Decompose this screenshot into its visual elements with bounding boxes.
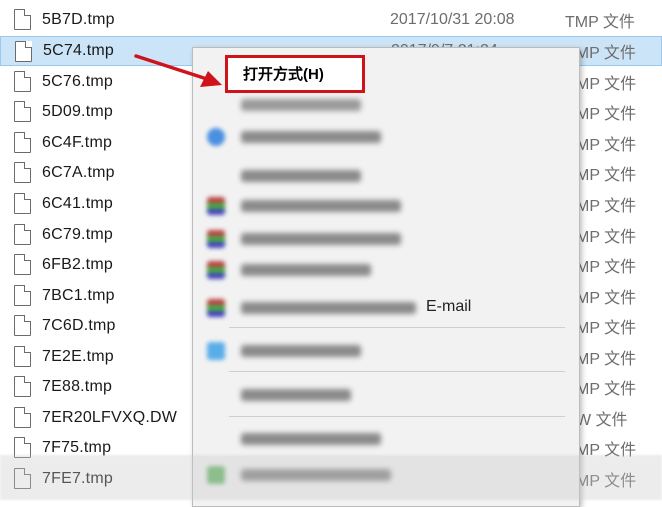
file-icon — [14, 254, 31, 275]
archive-icon — [207, 230, 225, 248]
file-name: 5B7D.tmp — [42, 11, 115, 28]
file-name: 7ER20LFVXQ.DW — [42, 409, 178, 426]
menu-item[interactable] — [193, 122, 579, 152]
app-icon — [207, 128, 225, 146]
menu-item[interactable] — [193, 336, 579, 366]
file-type: MP 文件 — [576, 76, 637, 93]
file-type: MP 文件 — [576, 259, 637, 276]
bottom-overlay — [0, 455, 662, 500]
file-icon — [14, 224, 31, 245]
file-name: 6C4F.tmp — [42, 134, 113, 151]
file-icon — [14, 101, 31, 122]
menu-item-open-with[interactable]: 打开方式(H) — [243, 63, 324, 84]
blurred-label — [241, 99, 361, 111]
archive-icon — [207, 261, 225, 279]
file-date: 2017/10/31 20:08 — [390, 11, 515, 28]
blurred-label — [241, 131, 381, 143]
file-type: TMP 文件 — [565, 14, 635, 31]
file-icon — [14, 285, 31, 306]
blurred-label — [241, 302, 416, 314]
file-name: 6FB2.tmp — [42, 256, 113, 273]
file-icon — [14, 376, 31, 397]
file-icon — [14, 71, 31, 92]
file-icon — [14, 346, 31, 367]
file-name: 5C76.tmp — [42, 73, 113, 90]
menu-item[interactable] — [193, 90, 579, 120]
file-type: MP 文件 — [576, 167, 637, 184]
app-icon — [207, 342, 225, 360]
file-type: MP 文件 — [576, 351, 637, 368]
file-icon — [14, 407, 31, 428]
blurred-label — [241, 264, 371, 276]
file-name: 6C41.tmp — [42, 195, 113, 212]
archive-icon — [207, 197, 225, 215]
file-row[interactable]: 5B7D.tmp 2017/10/31 20:08 TMP 文件 — [0, 5, 662, 35]
file-name: 6C79.tmp — [42, 226, 113, 243]
file-icon — [14, 132, 31, 153]
file-name: 6C7A.tmp — [42, 164, 115, 181]
file-name: 7C6D.tmp — [42, 317, 116, 334]
file-type: MP 文件 — [576, 137, 637, 154]
blurred-label — [241, 233, 401, 245]
file-name: 7E2E.tmp — [42, 348, 114, 365]
file-name: 5D09.tmp — [42, 103, 113, 120]
menu-item[interactable] — [193, 424, 579, 454]
menu-item-email[interactable]: E-mail — [193, 293, 579, 323]
menu-item[interactable] — [193, 191, 579, 221]
file-type: MP 文件 — [576, 229, 637, 246]
menu-separator — [229, 371, 565, 372]
annotation-arrow-icon — [134, 54, 222, 87]
file-icon — [14, 193, 31, 214]
file-type: MP 文件 — [576, 290, 637, 307]
menu-separator — [229, 416, 565, 417]
file-name: 7BC1.tmp — [42, 287, 115, 304]
blurred-label — [241, 389, 351, 401]
archive-icon — [207, 299, 225, 317]
file-icon — [14, 315, 31, 336]
file-icon — [15, 41, 32, 62]
blurred-label — [241, 433, 381, 445]
file-type: MP 文件 — [576, 198, 637, 215]
menu-item[interactable] — [193, 255, 579, 285]
menu-item[interactable] — [193, 161, 579, 191]
blurred-label — [241, 170, 361, 182]
blurred-label — [241, 345, 361, 357]
blurred-label — [241, 200, 401, 212]
file-type: MP 文件 — [576, 320, 637, 337]
menu-separator — [229, 327, 565, 328]
menu-item[interactable] — [193, 380, 579, 410]
file-icon — [14, 9, 31, 30]
menu-item[interactable] — [193, 224, 579, 254]
context-menu: E-mail — [192, 47, 580, 507]
file-name: 5C74.tmp — [43, 42, 114, 59]
email-label: E-mail — [426, 298, 472, 315]
file-type: W 文件 — [576, 412, 628, 429]
file-name: 7E88.tmp — [42, 378, 113, 395]
file-type: MP 文件 — [576, 381, 637, 398]
file-type: MP 文件 — [576, 106, 637, 123]
file-icon — [14, 162, 31, 183]
